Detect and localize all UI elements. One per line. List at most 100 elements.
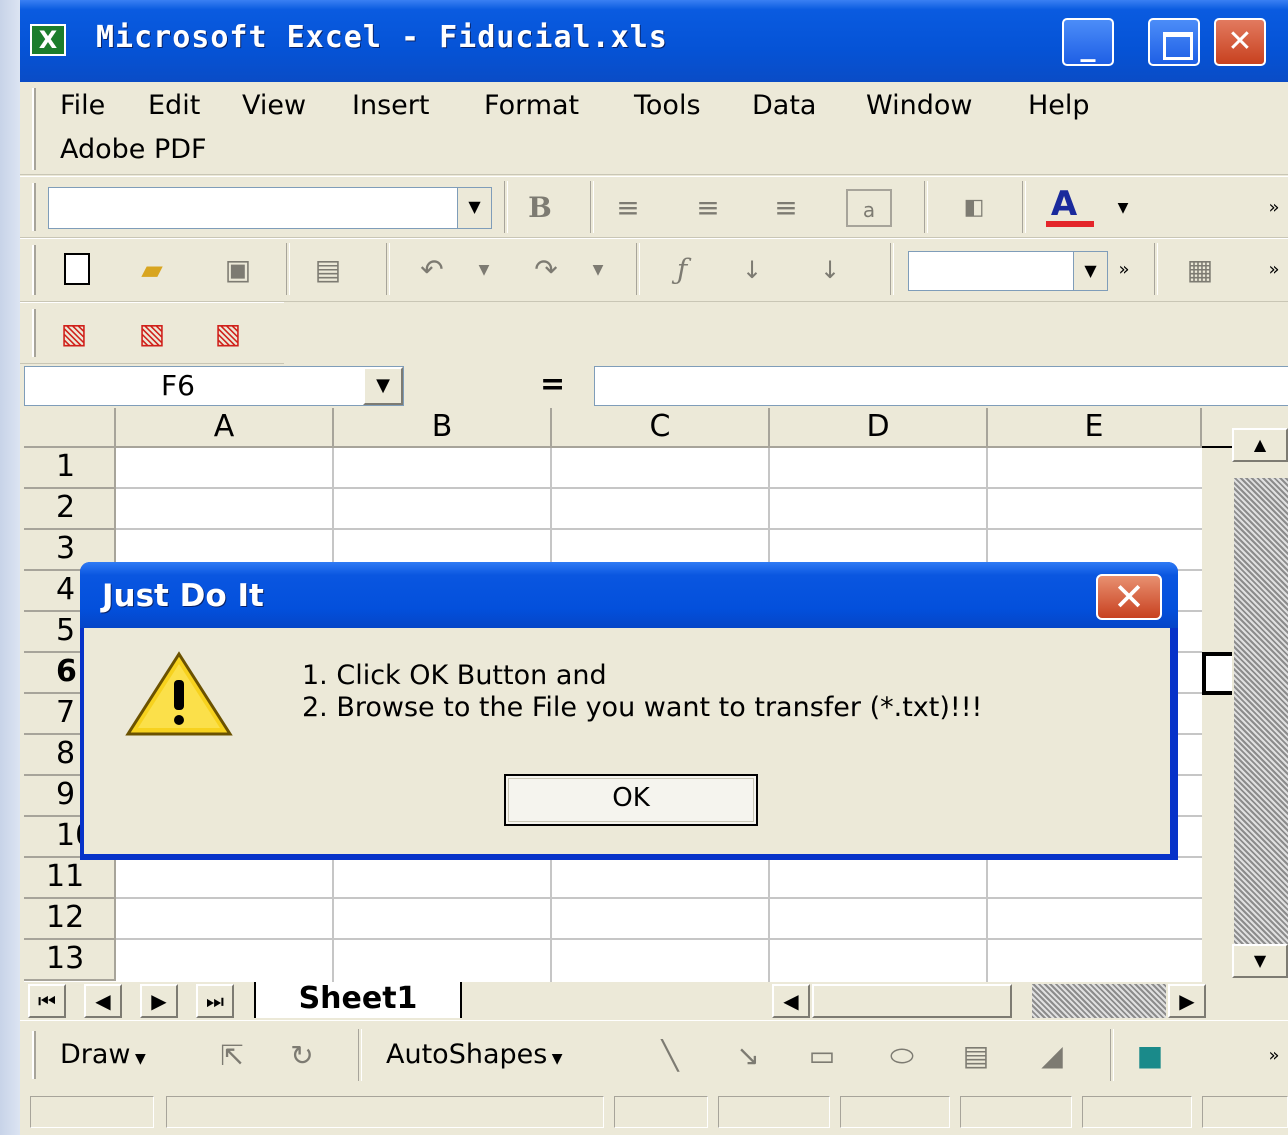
column-header-c[interactable]: C — [552, 408, 770, 448]
rectangle-icon[interactable]: ▭ — [802, 1037, 842, 1075]
next-sheet-icon[interactable]: ▶ — [140, 984, 178, 1018]
line-icon[interactable]: ╲ — [650, 1037, 690, 1075]
horizontal-scrollbar[interactable]: ◀ ▶ — [772, 984, 1242, 1018]
bold-icon[interactable]: B — [520, 189, 560, 227]
font-name-combo[interactable]: ▼ — [48, 187, 492, 229]
menu-help[interactable]: Help — [1028, 90, 1090, 121]
sheet-tab[interactable]: Sheet1 — [254, 982, 462, 1018]
window-left-frame — [0, 0, 20, 1135]
chevron-down-icon[interactable]: ▼ — [363, 367, 403, 405]
function-icon[interactable]: ƒ — [662, 251, 702, 289]
align-right-icon[interactable]: ≡ — [766, 189, 806, 227]
chevron-down-icon[interactable]: ▼ — [1073, 252, 1107, 290]
row-header[interactable]: 11 — [24, 858, 116, 899]
row-header[interactable]: 1 — [24, 448, 116, 489]
column-header-d[interactable]: D — [770, 408, 988, 448]
scroll-right-icon[interactable]: ▶ — [1168, 984, 1206, 1018]
ok-button[interactable]: OK — [504, 774, 758, 826]
close-button[interactable]: ✕ — [1214, 18, 1266, 66]
toolbar-grip[interactable] — [32, 309, 36, 357]
arrow-icon[interactable]: ↘ — [728, 1037, 768, 1075]
sort-ascending-icon[interactable]: ↓ — [732, 251, 772, 289]
chevron-down-icon[interactable]: ▼ — [1108, 189, 1138, 227]
toolbar-options-icon[interactable]: » — [1260, 251, 1288, 289]
toolbar-grip[interactable] — [32, 245, 36, 295]
status-cell — [614, 1096, 708, 1128]
text-box-icon[interactable]: ▤ — [956, 1037, 996, 1075]
sort-descending-icon[interactable]: ↓ — [810, 251, 850, 289]
dialog-close-button[interactable]: ✕ — [1096, 574, 1162, 620]
free-rotate-icon[interactable]: ↻ — [282, 1037, 322, 1075]
merge-center-icon[interactable]: a — [846, 189, 892, 227]
column-header-e[interactable]: E — [988, 408, 1202, 448]
3d-style-icon[interactable]: ■ — [1130, 1037, 1170, 1075]
undo-icon[interactable]: ↶ — [412, 251, 452, 289]
menu-file[interactable]: File — [60, 90, 105, 121]
scrollbar-track[interactable] — [1234, 478, 1288, 948]
scroll-left-icon[interactable]: ◀ — [772, 984, 810, 1018]
menu-tools[interactable]: Tools — [634, 90, 701, 121]
properties-icon[interactable]: ▦ — [1180, 251, 1220, 289]
row-header[interactable]: 13 — [24, 940, 116, 981]
menu-window[interactable]: Window — [866, 90, 972, 121]
title-bar[interactable]: X Microsoft Excel - Fiducial.xls _ ✕ — [20, 0, 1288, 82]
save-icon[interactable]: ▣ — [218, 251, 258, 289]
message-dialog: Just Do It ✕ 1. Click OK Button and 2. B… — [80, 562, 1178, 860]
toolbar-separator — [358, 1029, 362, 1081]
column-header-b[interactable]: B — [334, 408, 552, 448]
toolbar-options-icon[interactable]: » — [1110, 251, 1138, 289]
font-color-icon[interactable]: A — [1044, 185, 1084, 223]
toolbar-grip[interactable] — [32, 1031, 36, 1079]
menu-grip[interactable] — [32, 88, 36, 170]
prev-sheet-icon[interactable]: ◀ — [84, 984, 122, 1018]
draw-menu[interactable]: Draw ▼ — [60, 1039, 146, 1070]
oval-icon[interactable]: ⬭ — [882, 1037, 922, 1075]
scroll-down-icon[interactable]: ▼ — [1232, 944, 1288, 978]
last-sheet-icon[interactable]: ⏭ — [196, 984, 234, 1018]
paste-icon[interactable]: ▤ — [308, 251, 348, 289]
toolbar-separator — [386, 243, 390, 295]
row-header[interactable]: 2 — [24, 489, 116, 530]
toolbar-options-icon[interactable]: » — [1260, 189, 1288, 227]
chevron-down-icon[interactable]: ▼ — [586, 251, 610, 289]
scrollbar-track[interactable] — [1032, 984, 1166, 1018]
scrollbar-thumb[interactable] — [812, 984, 1012, 1018]
name-box[interactable]: F6 ▼ — [24, 366, 404, 406]
redo-icon[interactable]: ↷ — [526, 251, 566, 289]
toolbar-options-icon[interactable]: » — [1260, 1037, 1288, 1075]
formula-input[interactable] — [594, 366, 1288, 406]
menu-adobe-pdf[interactable]: Adobe PDF — [60, 134, 207, 165]
excel-icon[interactable]: X — [30, 24, 66, 56]
first-sheet-icon[interactable]: ⏮ — [28, 984, 66, 1018]
convert-and-email-icon[interactable]: ▧ — [132, 315, 172, 353]
convert-and-review-icon[interactable]: ▧ — [208, 315, 248, 353]
indent-icon[interactable]: ◧ — [954, 189, 994, 227]
open-icon[interactable]: ▰ — [132, 251, 172, 289]
wordart-icon[interactable]: ◢ — [1032, 1037, 1072, 1075]
row-header[interactable]: 12 — [24, 899, 116, 940]
autoshapes-menu[interactable]: AutoShapes ▼ — [386, 1039, 563, 1070]
chevron-down-icon[interactable]: ▼ — [472, 251, 496, 289]
align-center-icon[interactable]: ≡ — [688, 189, 728, 227]
menu-insert[interactable]: Insert — [352, 90, 429, 121]
active-cell-highlight[interactable] — [1202, 652, 1232, 695]
chevron-down-icon[interactable]: ▼ — [457, 188, 491, 228]
menu-data[interactable]: Data — [752, 90, 816, 121]
minimize-button[interactable]: _ — [1062, 18, 1114, 66]
vertical-scrollbar[interactable]: ▲ ▼ — [1202, 408, 1288, 982]
menu-edit[interactable]: Edit — [148, 90, 200, 121]
formula-equals[interactable]: = — [540, 366, 565, 404]
dialog-title-bar[interactable]: Just Do It ✕ — [80, 562, 1178, 628]
convert-to-pdf-icon[interactable]: ▧ — [54, 315, 94, 353]
scroll-up-icon[interactable]: ▲ — [1232, 428, 1288, 462]
menu-format[interactable]: Format — [484, 90, 579, 121]
align-left-icon[interactable]: ≡ — [608, 189, 648, 227]
maximize-button[interactable] — [1148, 18, 1200, 66]
column-header-a[interactable]: A — [116, 408, 334, 448]
menu-view[interactable]: View — [242, 90, 306, 121]
toolbar-grip[interactable] — [32, 183, 36, 231]
select-all-corner[interactable] — [24, 408, 116, 448]
new-icon[interactable] — [58, 251, 98, 289]
zoom-combo[interactable]: ▼ — [908, 251, 1108, 291]
select-objects-icon[interactable]: ⇱ — [212, 1037, 252, 1075]
